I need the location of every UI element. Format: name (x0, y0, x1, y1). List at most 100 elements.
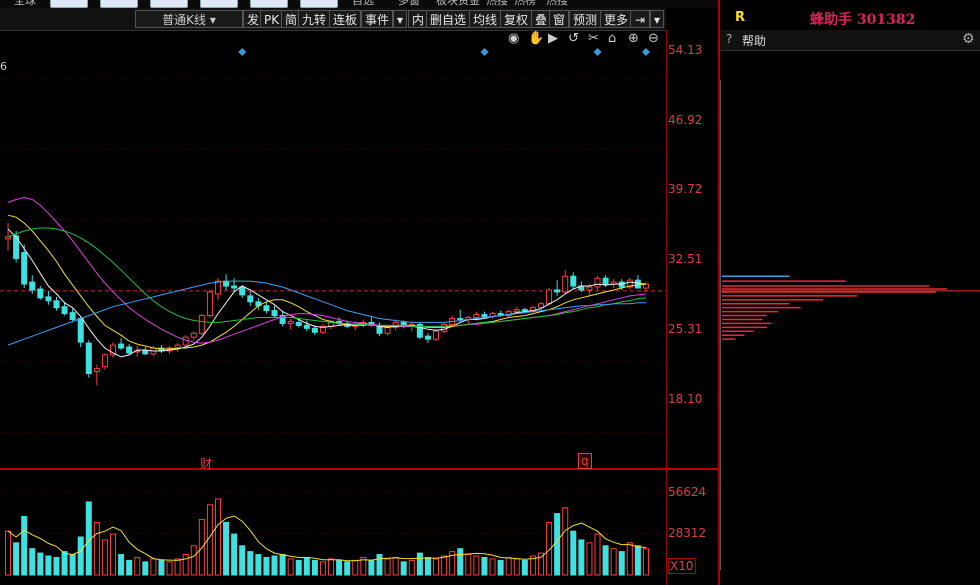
volume-bar (101, 539, 108, 576)
volume-bar (578, 539, 585, 576)
price-tick-0: 54.13 (668, 43, 703, 57)
volume-bar (303, 556, 310, 576)
volume-bar (562, 507, 569, 576)
nav-item-multi[interactable]: 多窗 (398, 0, 420, 8)
volume-bar (457, 548, 464, 576)
volume-bar (214, 498, 221, 576)
candle-body (481, 314, 488, 318)
btn-fuquan[interactable]: 复权 (500, 10, 533, 28)
stock-title: 蜂助手 301382 (810, 12, 916, 28)
nav-tab-4[interactable] (200, 0, 238, 8)
btn-predict[interactable]: 预测 (569, 10, 602, 28)
btn-jiuzhuan[interactable]: 九转 (298, 10, 331, 28)
price-tick-4: 25.31 (668, 322, 703, 336)
btn-ma[interactable]: 均线 (469, 10, 502, 28)
candle-body (295, 321, 302, 326)
price-tick-1: 46.92 (668, 113, 703, 127)
toolbar-dropdown-icon[interactable]: ▾ (650, 10, 664, 28)
volume-bar (424, 556, 431, 576)
volume-bar (489, 558, 496, 576)
candle-body (223, 280, 230, 287)
nav-tab-2[interactable] (100, 0, 138, 8)
candle-body (45, 296, 52, 302)
volume-bar (416, 552, 423, 576)
volume-bar (126, 559, 133, 576)
candle-body (287, 320, 294, 324)
candle-body (384, 326, 391, 334)
axis-separator (666, 30, 667, 585)
volume-bar (602, 545, 609, 576)
candle-body (206, 291, 213, 317)
price-tick-5: 18.10 (668, 392, 703, 406)
volume-bar (400, 561, 407, 576)
candle-body (457, 318, 464, 321)
btn-lianban[interactable]: 连板 (329, 10, 362, 28)
volume-bar (344, 561, 351, 576)
candle-body (77, 318, 84, 343)
candle-body (311, 327, 318, 333)
btn-window[interactable]: 窗 (549, 10, 570, 28)
candle-body (562, 275, 569, 293)
q-marker[interactable]: q (578, 453, 592, 469)
candle-body (69, 312, 76, 320)
event-marker-icon (641, 48, 650, 56)
candle-body (198, 315, 205, 334)
top-nav: 全球 自选 多窗 板块资金 热搜 热榜 热搜 (0, 0, 720, 8)
btn-pk[interactable]: PK (260, 10, 284, 28)
nav-item-hot3[interactable]: 热搜 (546, 0, 568, 8)
volume-bar (505, 556, 512, 576)
volume-bar (118, 554, 125, 576)
volume-bar (433, 558, 440, 576)
nav-tab-6[interactable] (300, 0, 338, 8)
nav-tab-3[interactable] (150, 0, 188, 8)
candle-body (546, 289, 553, 305)
kline-type-label: 普通K线 (162, 13, 206, 27)
event-marker-icon (593, 48, 602, 56)
nav-tab-1[interactable] (50, 0, 88, 8)
nav-tab-5[interactable] (250, 0, 288, 8)
volume-bar (53, 556, 60, 576)
volume-separator (0, 468, 720, 470)
volume-bar (465, 554, 472, 576)
nav-item-fund[interactable]: 板块资金 (436, 0, 480, 8)
volume-tick-0: 56624 (668, 485, 707, 499)
volume-bar (336, 559, 343, 576)
candle-body (433, 330, 440, 340)
btn-event[interactable]: 事件 (361, 10, 394, 28)
event-marker-icon (480, 48, 489, 56)
volume-bar (376, 554, 383, 576)
btn-overlay[interactable]: 叠 (531, 10, 552, 28)
volume-bar (166, 561, 173, 576)
candle-body (118, 343, 125, 349)
candle-body (554, 289, 561, 293)
btn-remove-fav[interactable]: 删自选 (426, 10, 471, 28)
help-label[interactable]: 帮助 (742, 32, 766, 49)
candle-body (473, 314, 480, 319)
kline-type-select[interactable]: 普通K线 ▾ (135, 10, 243, 28)
volume-profile (720, 80, 980, 570)
nav-item-hot2[interactable]: 热榜 (514, 0, 536, 8)
kline-chart[interactable] (0, 30, 666, 585)
volume-bar (311, 559, 318, 576)
finance-marker[interactable]: 财 (200, 455, 212, 472)
nav-item-self[interactable]: 自选 (352, 0, 374, 8)
candle-body (29, 281, 36, 291)
btn-nei[interactable]: 内 (408, 10, 429, 28)
event-dropdown-icon[interactable]: ▾ (393, 10, 407, 28)
volume-bar (93, 521, 100, 576)
gear-icon[interactable]: ⚙ (962, 31, 975, 47)
btn-more[interactable]: 更多 (600, 10, 633, 28)
volume-bar (497, 559, 504, 576)
nav-item-hot1[interactable]: 热搜 (486, 0, 508, 8)
goto-end-icon[interactable]: ⇥ (630, 10, 650, 28)
volume-bar (626, 542, 633, 576)
volume-bar (594, 533, 601, 576)
candle-body (93, 368, 100, 373)
volume-bar (295, 559, 302, 576)
nav-item-global[interactable]: 全球 (14, 0, 36, 8)
volume-bar (45, 555, 52, 576)
volume-bar (255, 554, 262, 576)
help-icon[interactable]: ? (726, 32, 732, 46)
candle-body (424, 335, 431, 340)
right-panel-label: R (735, 10, 746, 25)
